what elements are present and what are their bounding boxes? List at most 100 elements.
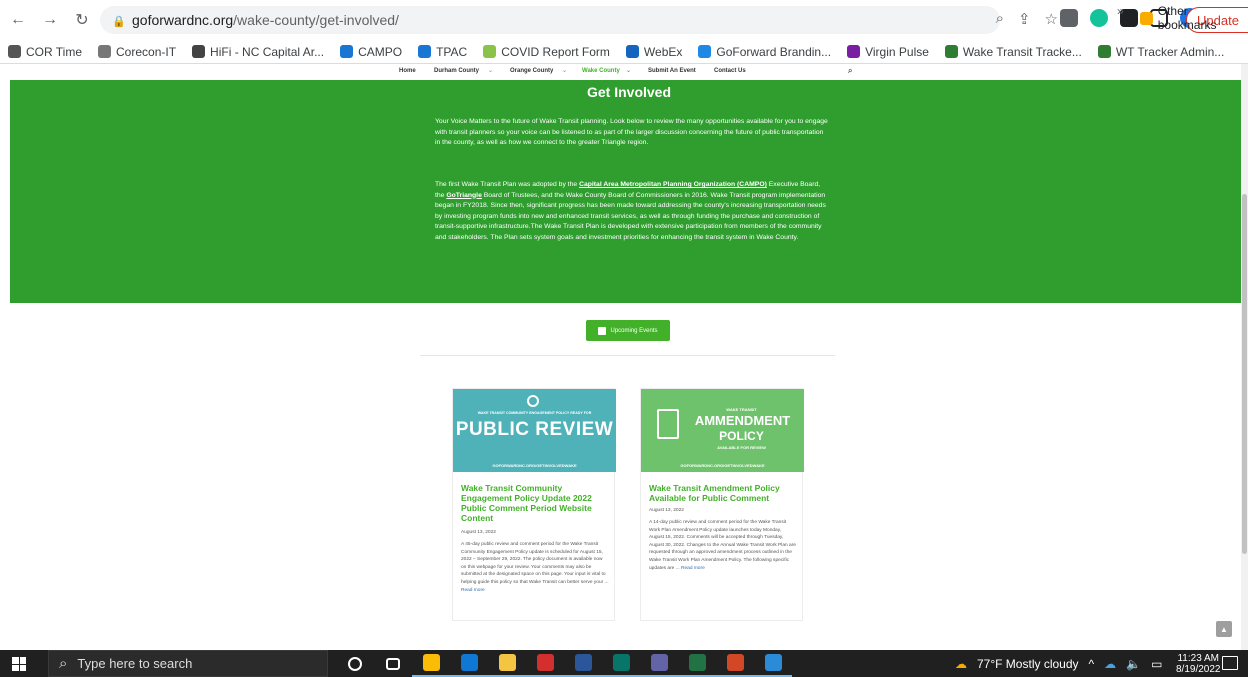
post-card-public-review[interactable]: WAKE TRANSIT COMMUNITY ENGAGEMENT POLICY… xyxy=(452,388,616,621)
url-path: /wake-county/get-involved/ xyxy=(233,12,399,28)
read-more-link[interactable]: Read more xyxy=(461,588,485,593)
scroll-to-top-button[interactable]: ▲ xyxy=(1216,621,1232,637)
url-host: goforwardnc.org xyxy=(132,12,234,28)
post-card-amendment-policy[interactable]: WAKE TRANSIT AMMENDMENT POLICY AVAILABLE… xyxy=(640,388,804,621)
extension-icon[interactable] xyxy=(1060,9,1078,27)
taskbar-outlook-icon[interactable] xyxy=(450,650,488,677)
history-text: Board of Trustees, and the Wake County B… xyxy=(435,191,826,241)
nav-durham-county[interactable]: Durham County xyxy=(434,68,479,74)
nav-wake-county[interactable]: Wake County xyxy=(582,68,620,74)
amendment-policy-image[interactable]: WAKE TRANSIT AMMENDMENT POLICY AVAILABLE… xyxy=(641,389,804,472)
nav-orange-county[interactable]: Orange County xyxy=(510,68,553,74)
campo-link[interactable]: Capital Area Metropolitan Planning Organ… xyxy=(579,181,767,188)
taskbar-acrobat-icon[interactable] xyxy=(526,650,564,677)
bookmark-item[interactable]: GoForward Brandin... xyxy=(690,45,839,59)
photos-icon xyxy=(764,654,782,671)
gotriangle-link[interactable]: GoTriangle xyxy=(446,192,482,199)
bookmark-label: Corecon-IT xyxy=(116,44,177,59)
excerpt-text: A 45-day public review and comment perio… xyxy=(461,542,609,585)
taskbar-excel-icon[interactable] xyxy=(678,650,716,677)
scrollbar-thumb[interactable] xyxy=(1242,194,1247,554)
bookmark-item[interactable]: COVID Report Form xyxy=(475,45,618,59)
post-excerpt: A 45-day public review and comment perio… xyxy=(461,541,609,594)
bookmark-label: CAMPO xyxy=(358,44,403,59)
bookmark-label: Wake Transit Tracke... xyxy=(962,44,1082,59)
back-icon[interactable]: ← xyxy=(4,6,32,34)
bookmark-favicon-icon xyxy=(625,45,639,58)
bookmark-favicon-icon xyxy=(847,45,861,58)
nav-contact-us[interactable]: Contact Us xyxy=(714,68,746,74)
reload-icon[interactable]: ↻ xyxy=(68,6,96,34)
image-subtitle: AVAILABLE FOR REVIEW xyxy=(717,445,766,450)
upcoming-events-button[interactable]: Upcoming Events xyxy=(586,320,670,341)
chevron-down-icon: ⌄ xyxy=(562,68,568,74)
nav-submit-event[interactable]: Submit An Event xyxy=(648,68,696,74)
search-icon[interactable]: ⌕ xyxy=(848,66,852,76)
weather-icon[interactable]: ☁ xyxy=(955,657,967,671)
bookmarks-bar: COR Time Corecon-IT HiFi - NC Capital Ar..… xyxy=(0,40,1248,64)
bookmark-label: HiFi - NC Capital Ar... xyxy=(210,44,325,59)
document-icon xyxy=(657,409,679,439)
taskbar-chrome-icon[interactable] xyxy=(412,650,450,677)
grammarly-icon[interactable] xyxy=(1090,9,1108,27)
bookmark-item[interactable]: WebEx xyxy=(618,45,690,59)
acrobat-icon xyxy=(536,654,554,671)
bookmark-label: COR Time xyxy=(26,44,83,59)
taskbar-clock[interactable]: 11:23 AM 8/19/2022 xyxy=(1176,653,1221,675)
taskbar-publisher-icon[interactable] xyxy=(602,650,640,677)
post-excerpt: A 14-day public review and comment perio… xyxy=(649,519,797,572)
public-review-image[interactable]: WAKE TRANSIT COMMUNITY ENGAGEMENT POLICY… xyxy=(453,389,616,472)
other-bookmarks-label: Other bookmarks xyxy=(1157,4,1217,32)
bookmark-favicon-icon xyxy=(698,45,712,58)
more-bookmarks-chevron[interactable]: » xyxy=(1117,4,1124,18)
taskbar-file-explorer-icon[interactable] xyxy=(488,650,526,677)
other-bookmarks[interactable]: Other bookmarks xyxy=(1140,4,1248,32)
powerpoint-icon xyxy=(726,654,744,671)
nav-home[interactable]: Home xyxy=(399,68,416,74)
post-title[interactable]: Wake Transit Amendment Policy Available … xyxy=(649,483,799,503)
taskbar-task-view-icon[interactable] xyxy=(374,650,412,677)
task-view-icon xyxy=(386,657,400,670)
bookmark-item[interactable]: TPAC xyxy=(410,45,475,59)
bookmark-item[interactable]: Virgin Pulse xyxy=(839,45,937,59)
divider xyxy=(420,355,835,356)
onedrive-icon[interactable]: ☁ xyxy=(1104,657,1116,671)
taskbar-teams-icon[interactable] xyxy=(640,650,678,677)
cortana-icon xyxy=(348,656,362,671)
network-icon[interactable]: ▭ xyxy=(1151,657,1162,671)
chevron-down-icon: ⌄ xyxy=(488,68,494,74)
clock-time: 11:23 AM xyxy=(1177,653,1219,664)
notification-icon[interactable] xyxy=(1222,656,1238,670)
share-icon[interactable]: ⇪ xyxy=(1018,10,1031,28)
page-scrollbar[interactable] xyxy=(1241,64,1248,650)
search-icon: ⌕ xyxy=(59,655,68,672)
taskbar-photos-icon[interactable] xyxy=(754,650,792,677)
bookmark-favicon-icon xyxy=(98,45,112,58)
taskbar-search[interactable]: ⌕ Type here to search xyxy=(48,650,328,677)
magnifier-icon xyxy=(527,395,539,407)
bookmark-item[interactable]: CAMPO xyxy=(332,45,410,59)
taskbar-word-icon[interactable] xyxy=(564,650,602,677)
address-bar[interactable]: 🔒 goforwardnc.org /wake-county/get-invol… xyxy=(100,6,1000,34)
bookmark-item[interactable]: Corecon-IT xyxy=(90,45,184,59)
weather-text[interactable]: 77°F Mostly cloudy xyxy=(977,657,1079,671)
forward-icon[interactable]: → xyxy=(36,6,64,34)
calendar-icon xyxy=(598,326,607,335)
post-title[interactable]: Wake Transit Community Engagement Policy… xyxy=(461,483,611,523)
teams-icon xyxy=(650,654,668,671)
volume-icon[interactable]: 🔈 xyxy=(1126,657,1141,671)
bookmark-item[interactable]: WT Tracker Admin... xyxy=(1090,45,1232,59)
excel-icon xyxy=(688,654,706,671)
chevron-up-icon[interactable]: ^ xyxy=(1089,657,1095,671)
zoom-icon[interactable]: ⌕ xyxy=(996,10,1004,28)
bookmark-item[interactable]: COR Time xyxy=(0,45,90,59)
bookmark-item[interactable]: Wake Transit Tracke... xyxy=(937,45,1090,59)
history-text: The first Wake Transit Plan was adopted … xyxy=(435,181,580,188)
excerpt-text: A 14-day public review and comment perio… xyxy=(649,520,796,571)
taskbar-cortana-icon[interactable] xyxy=(336,650,374,677)
bookmark-item[interactable]: HiFi - NC Capital Ar... xyxy=(184,45,332,59)
bookmark-star-icon[interactable]: ☆ xyxy=(1045,10,1058,28)
read-more-link[interactable]: Read more xyxy=(681,566,705,571)
windows-start-icon[interactable] xyxy=(12,657,26,671)
taskbar-powerpoint-icon[interactable] xyxy=(716,650,754,677)
